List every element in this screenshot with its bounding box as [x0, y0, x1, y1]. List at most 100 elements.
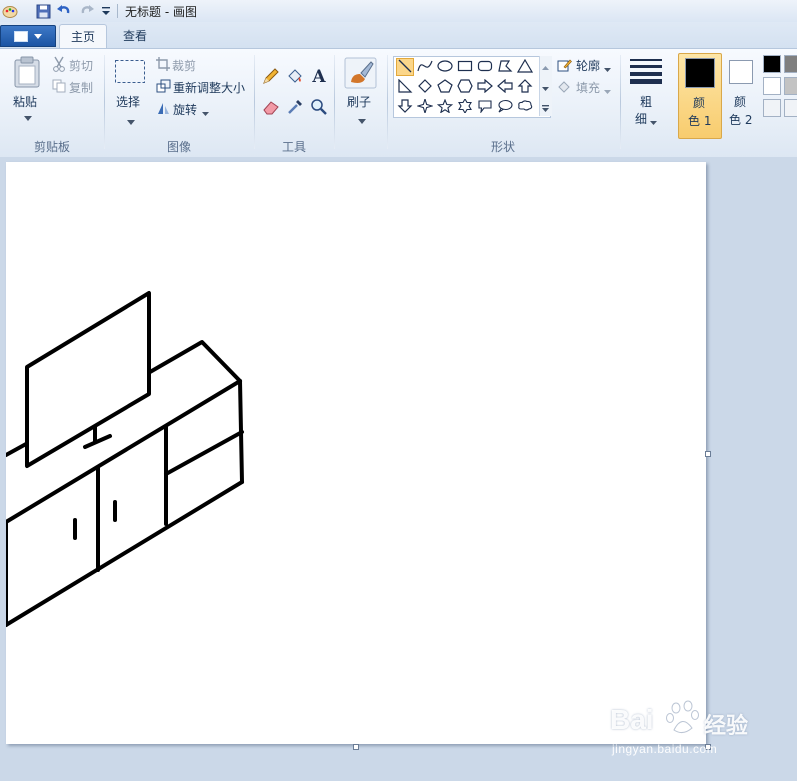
- size-label-bottom[interactable]: 细: [635, 110, 647, 127]
- brush-icon[interactable]: [344, 57, 377, 92]
- palette-color-light-gray[interactable]: [784, 77, 797, 95]
- select-button[interactable]: 选择: [116, 93, 140, 110]
- paint-menu-button[interactable]: [0, 25, 56, 47]
- hexagon-icon: [457, 78, 473, 96]
- tab-home[interactable]: 主页: [59, 24, 107, 49]
- left-arrow-shape[interactable]: [496, 78, 514, 96]
- save-icon[interactable]: [35, 3, 51, 19]
- shapes-expand-icon[interactable]: [542, 102, 549, 116]
- palette-color-white[interactable]: [763, 77, 781, 95]
- resize-icon: [156, 79, 171, 96]
- group-separator: [620, 55, 621, 149]
- rotate-dropdown-icon[interactable]: [202, 106, 209, 120]
- cloud-callout-shape[interactable]: [516, 98, 534, 116]
- color-2-label-top[interactable]: 颜: [734, 93, 746, 110]
- pentagon-shape[interactable]: [436, 78, 454, 96]
- paste-dropdown-icon[interactable]: [24, 111, 32, 125]
- select-dropdown-icon[interactable]: [127, 115, 135, 129]
- resize-button[interactable]: 重新调整大小: [173, 79, 245, 96]
- color-picker-tool[interactable]: [284, 97, 306, 119]
- brushes-button[interactable]: 刷子: [347, 93, 371, 110]
- diamond-shape[interactable]: [416, 78, 434, 96]
- size-dropdown-icon[interactable]: [650, 115, 657, 129]
- eraser-tool[interactable]: [260, 97, 282, 119]
- shapes-scroll-up-icon[interactable]: [542, 59, 549, 73]
- polygon-shape[interactable]: [496, 58, 514, 76]
- oval-callout-shape[interactable]: [496, 98, 514, 116]
- tv-cabinet-drawing: [4, 291, 244, 627]
- clipboard-group-label: 剪贴板: [33, 140, 70, 154]
- hexagon-shape[interactable]: [456, 78, 474, 96]
- shapes-scroll-down-icon[interactable]: [542, 81, 549, 95]
- cut-icon: [52, 56, 66, 75]
- rounded-callout-shape[interactable]: [476, 98, 494, 116]
- redo-icon[interactable]: [79, 3, 95, 19]
- undo-icon[interactable]: [56, 3, 72, 19]
- fill-button[interactable]: 填充: [576, 79, 600, 96]
- right-triangle-shape[interactable]: [396, 78, 414, 96]
- color-1-button[interactable]: 颜 色 1: [678, 53, 722, 139]
- drawing-canvas[interactable]: [4, 162, 706, 744]
- curve-icon: [417, 59, 433, 76]
- palette-color-black[interactable]: [763, 55, 781, 73]
- tab-view[interactable]: 查看: [113, 24, 157, 48]
- size-lines-icon[interactable]: [629, 58, 663, 87]
- baidu-jingyan-watermark: Bai 经验 jingyan.baidu.com: [608, 694, 778, 764]
- shapes-gallery: [393, 56, 552, 118]
- rounded-rectangle-icon: [477, 59, 493, 76]
- line-icon: [398, 59, 412, 76]
- palette-color-gray[interactable]: [784, 55, 797, 73]
- text-tool[interactable]: A: [308, 66, 330, 88]
- copy-button[interactable]: 复制: [69, 79, 93, 96]
- paste-icon[interactable]: [13, 56, 41, 91]
- color-1-label-top: 颜: [693, 96, 706, 110]
- color-2-swatch[interactable]: [729, 60, 753, 84]
- palette-color-custom[interactable]: [784, 99, 797, 117]
- size-label-top[interactable]: 粗: [640, 93, 652, 110]
- rectangle-shape[interactable]: [456, 58, 474, 76]
- fill-style-icon: [557, 79, 572, 97]
- rotate-icon: [156, 101, 171, 118]
- customize-quick-access-icon[interactable]: [98, 3, 114, 19]
- cut-button[interactable]: 剪切: [69, 57, 93, 74]
- fill-tool[interactable]: [284, 66, 306, 88]
- curve-shape[interactable]: [416, 58, 434, 76]
- cabinet-bottom-edge: [4, 480, 244, 627]
- six-point-star-icon: [457, 97, 473, 116]
- pencil-icon: [262, 67, 280, 88]
- oval-shape[interactable]: [436, 58, 454, 76]
- rotate-button[interactable]: 旋转: [173, 101, 197, 118]
- palette-color-custom[interactable]: [763, 99, 781, 117]
- five-point-star-shape[interactable]: [436, 98, 454, 116]
- watermark-brand-suffix: 经验: [704, 713, 749, 738]
- title-separator: [117, 4, 118, 18]
- rounded-rectangle-shape[interactable]: [476, 58, 494, 76]
- canvas-resize-handle-right[interactable]: [705, 451, 711, 457]
- outline-button[interactable]: 轮廓: [576, 57, 600, 74]
- four-point-star-shape[interactable]: [416, 96, 434, 116]
- canvas-resize-handle-bottom[interactable]: [353, 744, 359, 750]
- triangle-shape[interactable]: [516, 58, 534, 76]
- ribbon: 粘贴 剪切 复制 剪贴板 选择 裁剪 重新调整大小 旋转 图像 A 工具 刷子 …: [0, 48, 797, 158]
- rounded-callout-icon: [477, 99, 493, 116]
- fill-dropdown-icon[interactable]: [604, 84, 611, 98]
- cabinet-top-back-edge: [148, 340, 242, 383]
- brushes-dropdown-icon[interactable]: [358, 114, 366, 128]
- down-arrow-shape[interactable]: [396, 98, 414, 116]
- crop-button[interactable]: 裁剪: [172, 57, 196, 74]
- right-arrow-shape[interactable]: [476, 78, 494, 96]
- paste-button[interactable]: 粘贴: [13, 93, 37, 110]
- line-shape[interactable]: [396, 58, 414, 76]
- watermark-brand: Bai: [610, 704, 654, 735]
- select-icon[interactable]: [114, 59, 146, 88]
- outline-dropdown-icon[interactable]: [604, 62, 611, 76]
- six-point-star-shape[interactable]: [456, 97, 474, 116]
- color-1-label-bottom: 色 1: [688, 114, 712, 128]
- ribbon-tab-row: 主页 查看: [0, 22, 797, 49]
- paint-bucket-icon: [286, 67, 304, 88]
- color-2-label-bottom[interactable]: 色 2: [729, 111, 752, 128]
- up-arrow-shape[interactable]: [516, 78, 534, 96]
- magnifier-tool[interactable]: [308, 97, 330, 119]
- paint-app-icon[interactable]: [2, 3, 18, 19]
- pencil-tool[interactable]: [260, 66, 282, 88]
